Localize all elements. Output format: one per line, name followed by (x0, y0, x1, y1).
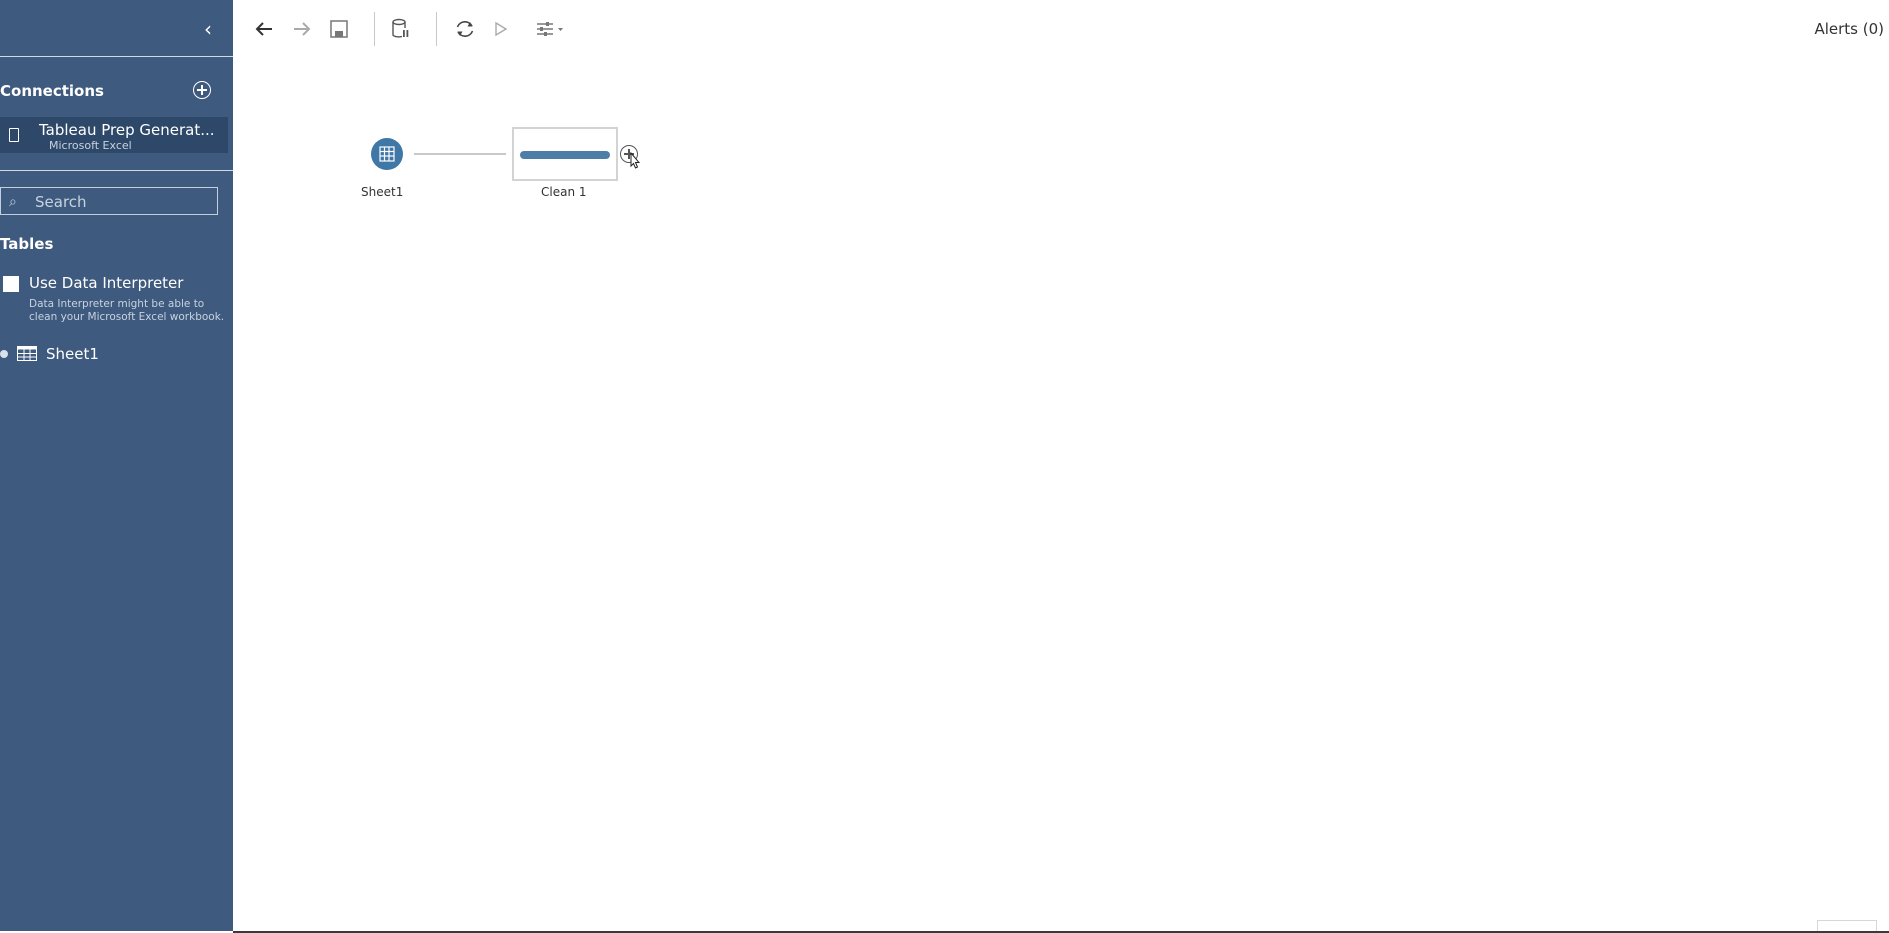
search-box[interactable]: ⌕ (0, 187, 218, 215)
input-node-sheet1[interactable] (371, 138, 403, 170)
mouse-pointer-icon (630, 151, 641, 169)
flow-connector-line (414, 153, 506, 155)
tables-header: Tables (0, 235, 54, 253)
sidebar-topbar: ‹ (0, 0, 233, 57)
connections-pane: ‹ Connections Tableau Prep Generat... Mi… (0, 0, 233, 931)
clean-step-bar (520, 151, 610, 159)
collapse-pane-button[interactable]: ‹ (198, 18, 218, 40)
play-icon (495, 21, 508, 37)
refresh-icon (456, 21, 474, 37)
flow-options-dropdown[interactable] (533, 14, 567, 44)
search-input[interactable] (33, 191, 217, 213)
table-grid-icon (379, 146, 395, 162)
run-flow-button[interactable] (487, 14, 515, 44)
table-grid-icon (17, 346, 37, 361)
status-dot-icon (0, 350, 8, 358)
file-icon (9, 128, 19, 142)
sliders-icon (537, 22, 563, 36)
search-icon: ⌕ (9, 194, 17, 210)
connection-item[interactable]: Tableau Prep Generat... Microsoft Excel (0, 117, 228, 153)
clean-step-label: Clean 1 (541, 185, 587, 199)
zoom-control[interactable] (1817, 920, 1877, 931)
add-connection-icon[interactable] (193, 81, 211, 99)
data-interpreter-checkbox[interactable] (3, 276, 19, 292)
table-item-label: Sheet1 (46, 345, 99, 363)
connections-header: Connections (0, 82, 104, 100)
save-button[interactable] (325, 14, 353, 44)
connection-name: Tableau Prep Generat... (39, 121, 215, 139)
flow-canvas[interactable]: Sheet1 Clean 1 (233, 57, 1889, 931)
input-node-label: Sheet1 (361, 185, 404, 199)
toolbar: Alerts (0) (233, 0, 1889, 58)
redo-button[interactable] (288, 14, 316, 44)
save-icon (330, 20, 348, 38)
sidebar-divider (0, 170, 233, 171)
alerts-button[interactable]: Alerts (0) (1814, 20, 1884, 38)
data-sample-button[interactable] (387, 14, 415, 44)
data-interpreter-description: Data Interpreter might be able to clean … (29, 298, 225, 323)
database-pause-icon (392, 18, 409, 38)
clean-step-node[interactable] (512, 127, 618, 181)
connection-type: Microsoft Excel (49, 139, 132, 152)
arrow-left-icon (255, 22, 272, 36)
refresh-button[interactable] (451, 14, 479, 44)
toolbar-separator (374, 12, 375, 46)
data-interpreter-label[interactable]: Use Data Interpreter (29, 274, 183, 292)
table-item-sheet1[interactable]: Sheet1 (0, 344, 230, 368)
undo-button[interactable] (250, 14, 278, 44)
chevron-left-icon: ‹ (204, 17, 212, 41)
toolbar-separator (436, 12, 437, 46)
arrow-right-icon (294, 22, 311, 36)
